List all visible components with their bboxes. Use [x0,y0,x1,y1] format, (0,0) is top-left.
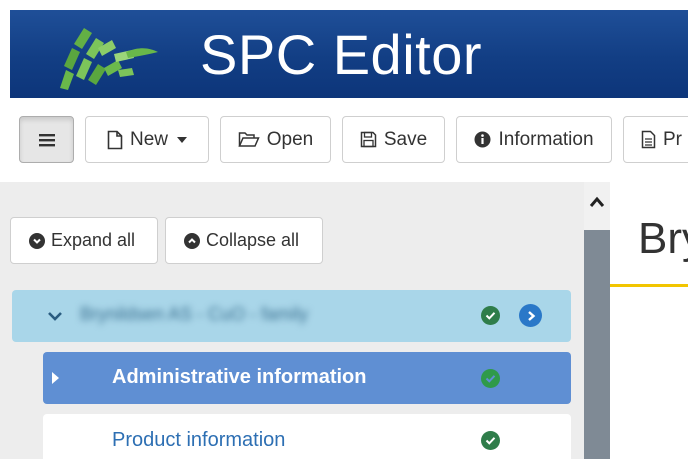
expand-all-button[interactable]: Expand all [10,217,158,264]
open-button[interactable]: Open [220,116,331,163]
tree-item-product-information[interactable]: Product information [43,414,571,459]
scrollbar-thumb[interactable] [584,230,610,459]
info-circle-icon [474,131,491,148]
print-button-label: Pr [663,128,682,150]
information-button[interactable]: Information [456,116,612,163]
document-icon [641,130,656,149]
title-underline [610,284,688,287]
save-icon [360,131,377,148]
new-button[interactable]: New [85,116,209,163]
chevron-up-circle-icon [184,232,200,249]
new-button-label: New [129,128,168,150]
tree-item-administrative-information[interactable]: Administrative information [43,352,571,404]
print-button[interactable]: Pr [623,116,688,163]
collapse-all-button[interactable]: Collapse all [165,217,323,264]
caret-right-icon [52,372,59,384]
tree-item-label: Administrative information [112,366,367,388]
save-button[interactable]: Save [342,116,445,163]
open-button-label: Open [266,128,314,150]
content-title: Bry [638,214,688,263]
file-icon [107,130,123,149]
check-circle-icon [481,431,500,450]
caret-down-icon [177,136,187,143]
check-circle-icon [481,369,500,388]
chevron-up-icon [589,196,605,207]
sidebar: Expand all Collapse all Brynildsen AS - … [0,182,584,459]
main-content: Bry [610,182,688,459]
check-circle-icon [481,306,500,325]
save-button-label: Save [383,128,428,150]
scroll-up-button[interactable] [584,182,610,230]
expand-all-label: Expand all [51,230,136,250]
green-leaf-logo-icon [60,28,158,90]
hamburger-icon [38,133,55,146]
chevron-down-circle-icon [29,232,45,249]
sidebar-scrollbar[interactable] [584,182,610,459]
information-button-label: Information [498,128,594,150]
app-title: SPC Editor [200,23,482,86]
folder-open-icon [238,132,260,147]
menu-toggle-button[interactable] [19,116,74,163]
tree-root-node[interactable]: Brynildsen AS - CuO - family [12,290,571,342]
tree-root-label: Brynildsen AS - CuO - family [80,304,309,324]
collapse-all-label: Collapse all [206,230,300,250]
toolbar: New Open Save Information Pr [0,98,688,182]
app-header: SPC Editor [10,10,688,98]
chevron-down-icon[interactable] [46,307,64,325]
tree-item-label: Product information [112,429,286,451]
chevron-right-circle-icon[interactable] [519,304,542,327]
